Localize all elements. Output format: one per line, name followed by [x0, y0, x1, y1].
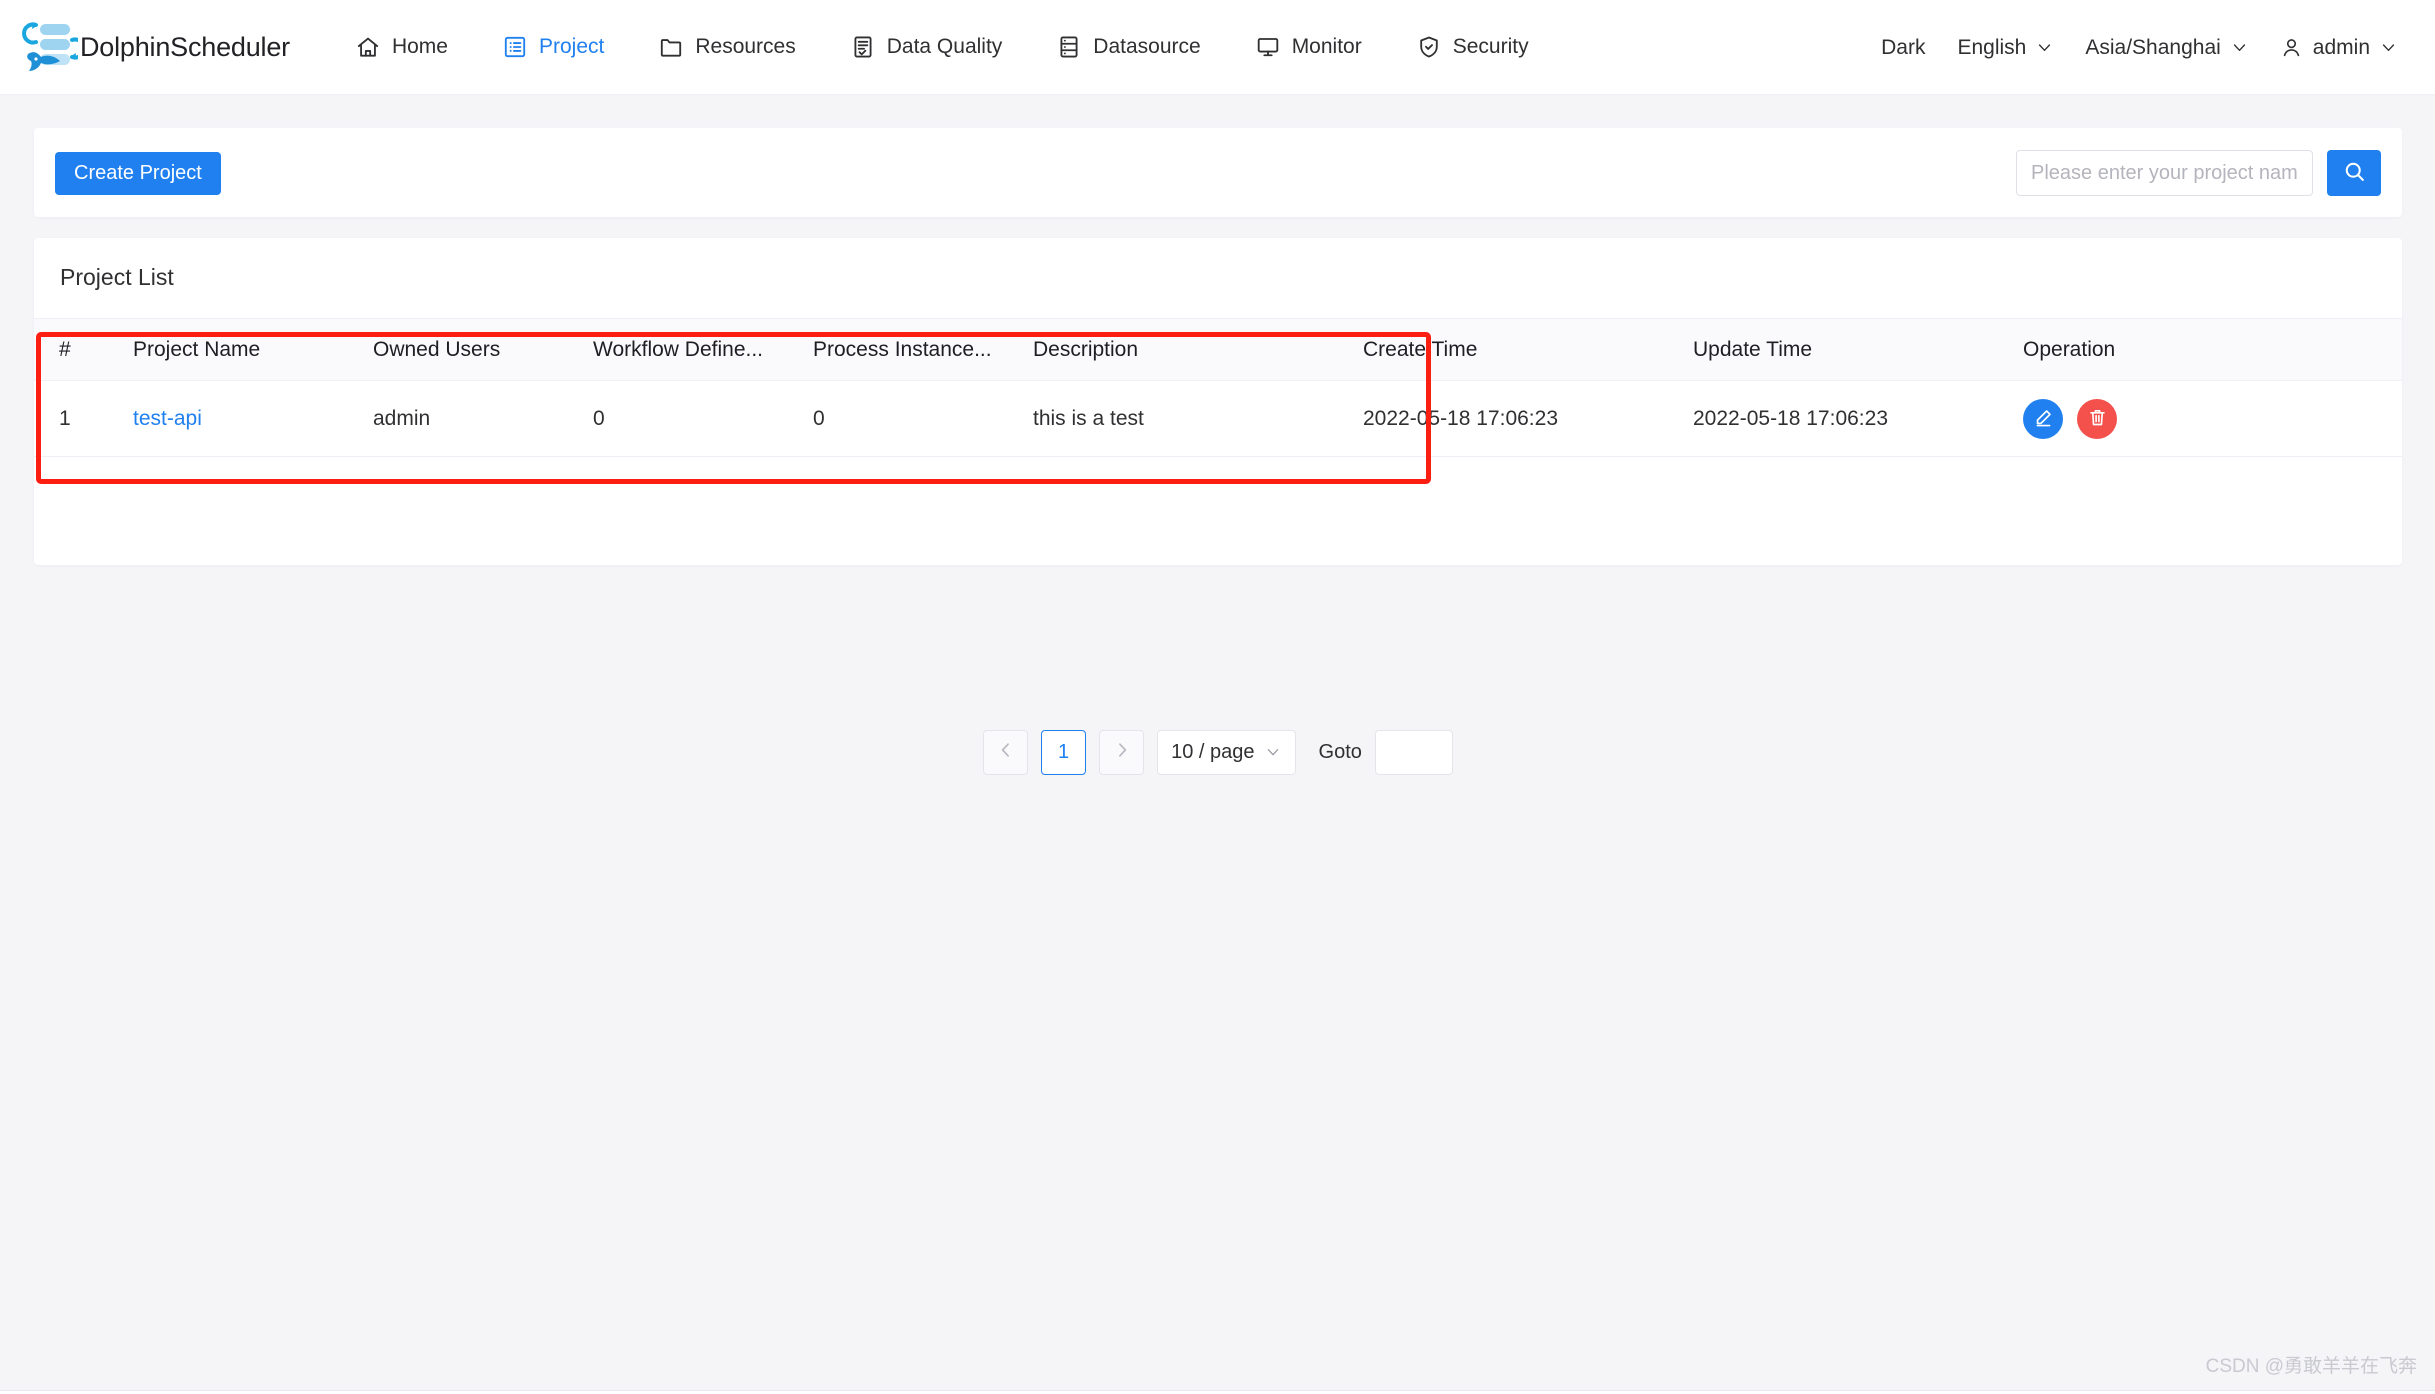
user-menu[interactable]: admin: [2264, 36, 2413, 60]
delete-project-button[interactable]: [2077, 398, 2117, 439]
column-header-update-time[interactable]: Update Time: [1679, 318, 2009, 381]
nav-item-label: Home: [391, 35, 448, 58]
home-icon: [355, 34, 381, 60]
nav-item-label: Monitor: [1291, 35, 1362, 58]
page-title: Project List: [60, 264, 174, 290]
top-navigation-bar: DolphinScheduler Home Project Resources …: [0, 0, 2435, 95]
watermark: CSDN @勇敢羊羊在飞奔: [2205, 1356, 2417, 1377]
chevron-down-icon: [2231, 39, 2248, 56]
nav-item-security[interactable]: Security: [1389, 0, 1556, 94]
project-list-icon: [502, 34, 528, 60]
nav-item-label: Project: [538, 35, 605, 58]
cell-operation: [2009, 380, 2402, 457]
cell-index: 1: [34, 380, 119, 457]
app-root: DolphinScheduler Home Project Resources …: [0, 0, 2435, 1394]
table-row: 1 test-api admin 0 0 this is a test 2022…: [34, 380, 2402, 457]
edit-project-button[interactable]: [2023, 398, 2063, 439]
pagination-page-1[interactable]: 1: [1041, 730, 1087, 775]
pagination: 1 10 / page Goto: [34, 730, 2402, 775]
column-header-operation[interactable]: Operation: [2009, 318, 2402, 381]
dolphin-logo-icon: [20, 16, 86, 78]
nav-item-home[interactable]: Home: [328, 0, 475, 94]
pagination-next-button[interactable]: [1099, 730, 1145, 775]
timezone-select-label: Asia/Shanghai: [2085, 35, 2221, 59]
goto-input[interactable]: [1374, 730, 1453, 775]
main-nav: Home Project Resources Data Quality Data…: [328, 0, 1556, 94]
project-list-card: Project List # Project Name Owned Users …: [34, 238, 2402, 775]
create-project-button[interactable]: Create Project: [55, 152, 221, 195]
language-select-label: English: [1957, 35, 2027, 59]
brand-name: DolphinScheduler: [80, 31, 290, 62]
chevron-right-icon: [1112, 740, 1132, 766]
nav-item-label: Resources: [695, 35, 796, 58]
page-size-label: 10 / page: [1171, 741, 1255, 763]
nav-item-data-quality[interactable]: Data Quality: [823, 0, 1030, 94]
chevron-left-icon: [996, 740, 1016, 766]
goto-label: Goto: [1318, 741, 1362, 763]
project-name-link[interactable]: test-api: [133, 407, 202, 430]
page-size-select[interactable]: 10 / page: [1157, 730, 1296, 775]
column-header-workflow-define-count[interactable]: Workflow Define...: [579, 318, 799, 381]
trash-icon: [2087, 407, 2108, 431]
search-button[interactable]: [2327, 150, 2381, 196]
folder-icon: [658, 34, 684, 60]
timezone-select[interactable]: Asia/Shanghai: [2069, 36, 2263, 60]
column-header-description[interactable]: Description: [1019, 318, 1349, 381]
user-icon: [2280, 36, 2303, 59]
column-header-process-instance-count[interactable]: Process Instance...: [799, 318, 1019, 381]
top-right-controls: Dark English Asia/Shanghai admin: [1865, 0, 2413, 95]
cell-create-time: 2022-05-18 17:06:23: [1349, 380, 1679, 457]
chevron-down-icon: [2380, 39, 2397, 56]
search-input[interactable]: [2016, 150, 2313, 196]
nav-item-label: Data Quality: [886, 35, 1003, 58]
column-header-owned-users[interactable]: Owned Users: [359, 318, 579, 381]
nav-item-resources[interactable]: Resources: [631, 0, 822, 94]
nav-item-datasource[interactable]: Datasource: [1029, 0, 1227, 94]
document-check-icon: [850, 34, 876, 60]
search-icon: [2342, 159, 2367, 187]
column-header-project-name[interactable]: Project Name: [119, 318, 359, 381]
cell-process-instance-count: 0: [799, 380, 1019, 457]
search-area: [2016, 150, 2381, 196]
project-table: # Project Name Owned Users Workflow Defi…: [34, 318, 2402, 457]
table-header-row: # Project Name Owned Users Workflow Defi…: [34, 318, 2402, 381]
nav-item-label: Datasource: [1093, 35, 1201, 58]
column-header-create-time[interactable]: Create Time: [1349, 318, 1679, 381]
theme-toggle-label: Dark: [1881, 35, 1926, 59]
chevron-down-icon: [1265, 744, 1282, 761]
cell-owned-users: admin: [359, 380, 579, 457]
monitor-icon: [1255, 34, 1281, 60]
brand-logo[interactable]: DolphinScheduler: [20, 16, 290, 78]
toolbar-card: Create Project: [34, 128, 2402, 217]
cell-description: this is a test: [1019, 380, 1349, 457]
pagination-prev-button[interactable]: [983, 730, 1029, 775]
user-menu-label: admin: [2312, 35, 2370, 59]
column-header-index[interactable]: #: [34, 318, 119, 381]
cell-workflow-define-count: 0: [579, 380, 799, 457]
nav-item-project[interactable]: Project: [475, 0, 631, 94]
cell-project-name: test-api: [119, 380, 359, 457]
theme-toggle[interactable]: Dark: [1865, 36, 1941, 60]
cell-update-time: 2022-05-18 17:06:23: [1679, 380, 2009, 457]
edit-pencil-icon: [2033, 407, 2054, 431]
language-select[interactable]: English: [1941, 36, 2069, 60]
shield-check-icon: [1416, 34, 1442, 60]
nav-item-monitor[interactable]: Monitor: [1228, 0, 1389, 94]
chevron-down-icon: [2036, 39, 2053, 56]
database-icon: [1056, 34, 1082, 60]
nav-item-label: Security: [1452, 35, 1529, 58]
bottom-edge: [0, 1390, 2435, 1394]
